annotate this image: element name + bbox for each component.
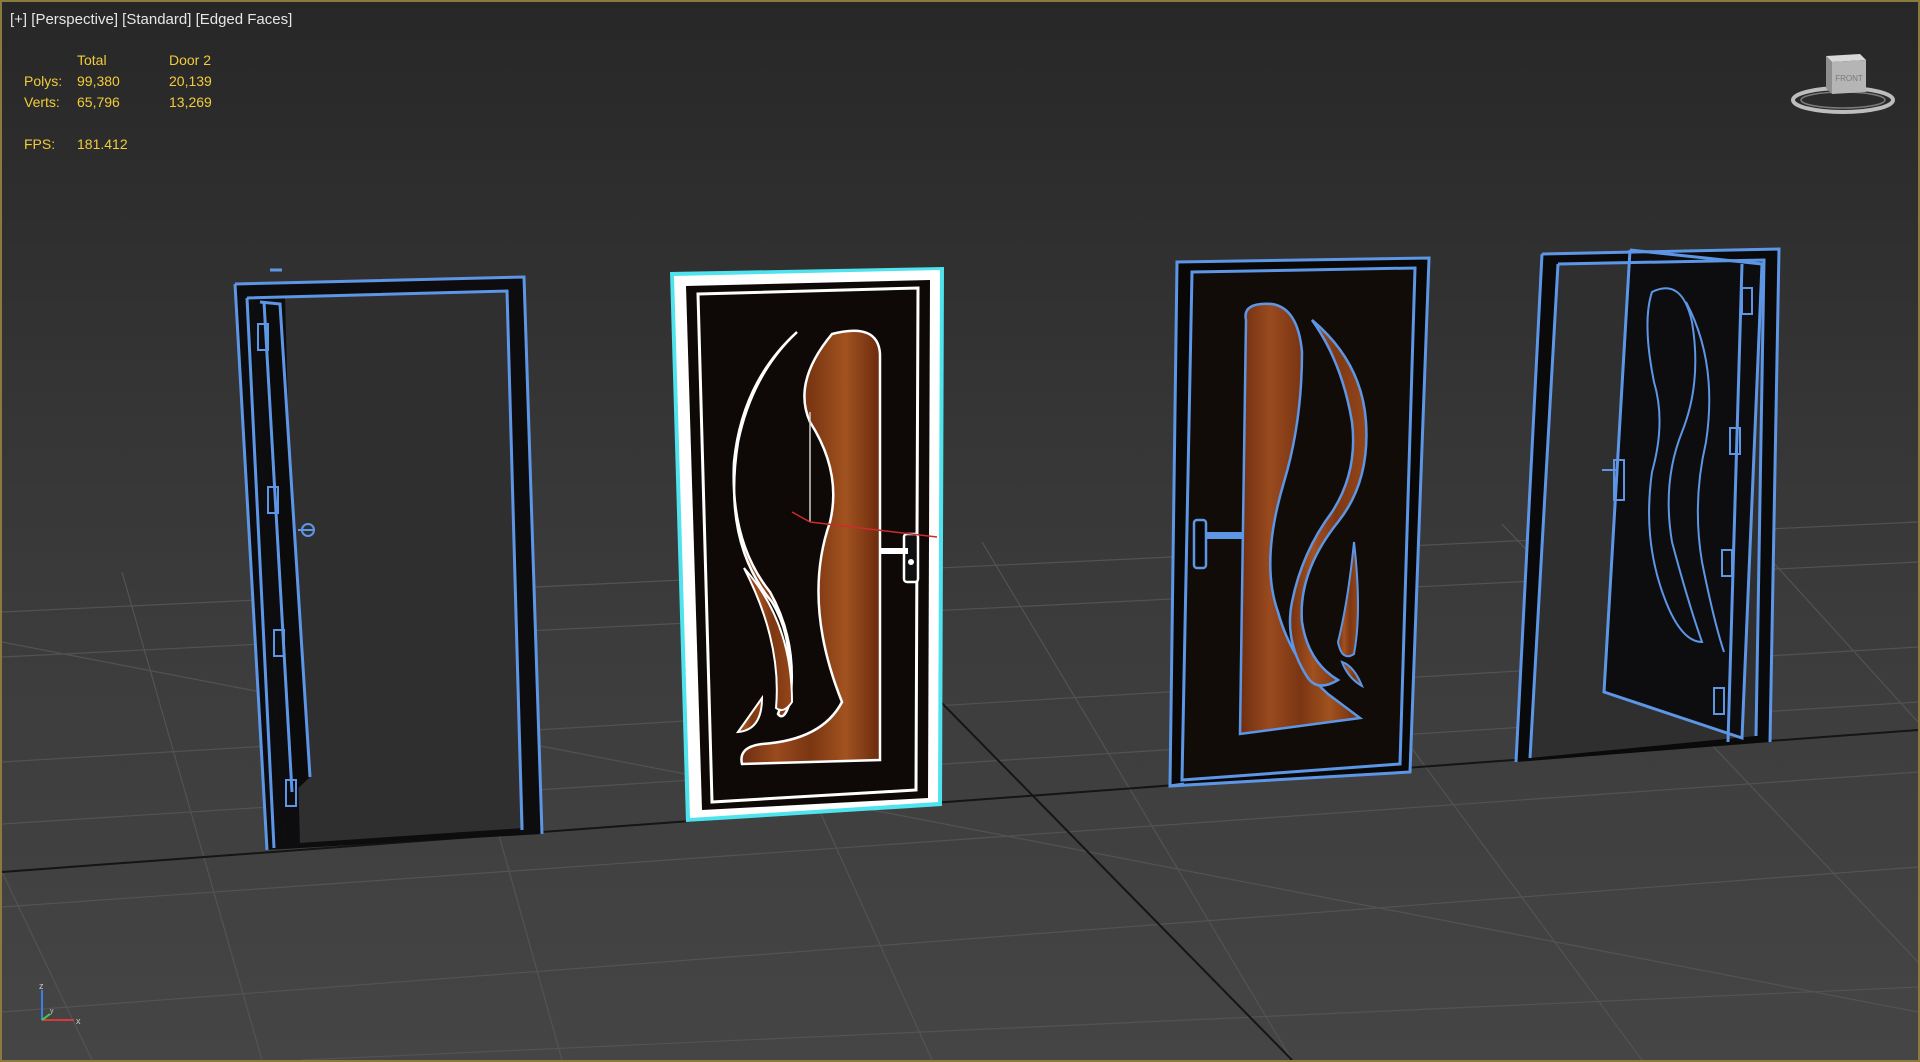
stats-verts-object: 13,269 bbox=[169, 94, 212, 110]
viewport-shading-menu[interactable]: [Standard] bbox=[122, 11, 191, 28]
viewport-statistics: Total Door 2 Polys: 99,380 20,139 Verts:… bbox=[24, 50, 249, 155]
viewport-menu-button[interactable]: [+] bbox=[10, 11, 27, 28]
stats-header-total: Total bbox=[77, 52, 107, 68]
stats-verts-total: 65,796 bbox=[77, 94, 120, 110]
stats-fps-value: 181.412 bbox=[77, 136, 128, 152]
tripod-z-label: z bbox=[39, 981, 44, 991]
stats-polys-label: Polys: bbox=[24, 73, 63, 89]
stats-header-object: Door 2 bbox=[169, 52, 212, 68]
viewport-view-menu[interactable]: [Perspective] bbox=[31, 11, 118, 28]
stats-polys-object: 20,139 bbox=[169, 73, 212, 89]
door-3-closed[interactable] bbox=[1168, 256, 1431, 788]
door-4-open[interactable] bbox=[1514, 247, 1781, 763]
viewcube-front-label: FRONT bbox=[1835, 74, 1863, 83]
perspective-viewport[interactable]: [+] [Perspective] [Standard] [Edged Face… bbox=[0, 0, 1920, 1062]
viewport-mode-menu[interactable]: [Edged Faces] bbox=[196, 11, 293, 28]
viewport-label-menu[interactable]: [+] [Perspective] [Standard] [Edged Face… bbox=[10, 11, 292, 28]
viewcube[interactable]: FRONT bbox=[1788, 48, 1898, 120]
stats-verts-label: Verts: bbox=[24, 94, 60, 110]
axis-tripod: z x y bbox=[39, 981, 81, 1026]
stats-spacer bbox=[24, 50, 77, 71]
scene-3d[interactable] bbox=[2, 2, 1918, 1060]
door-2-selected[interactable] bbox=[670, 267, 944, 822]
tripod-x-label: x bbox=[76, 1016, 81, 1026]
stats-polys-total: 99,380 bbox=[77, 73, 120, 89]
stats-fps-label: FPS: bbox=[24, 136, 56, 152]
door-1-open[interactable] bbox=[233, 268, 544, 851]
tripod-y-label: y bbox=[50, 1008, 54, 1015]
